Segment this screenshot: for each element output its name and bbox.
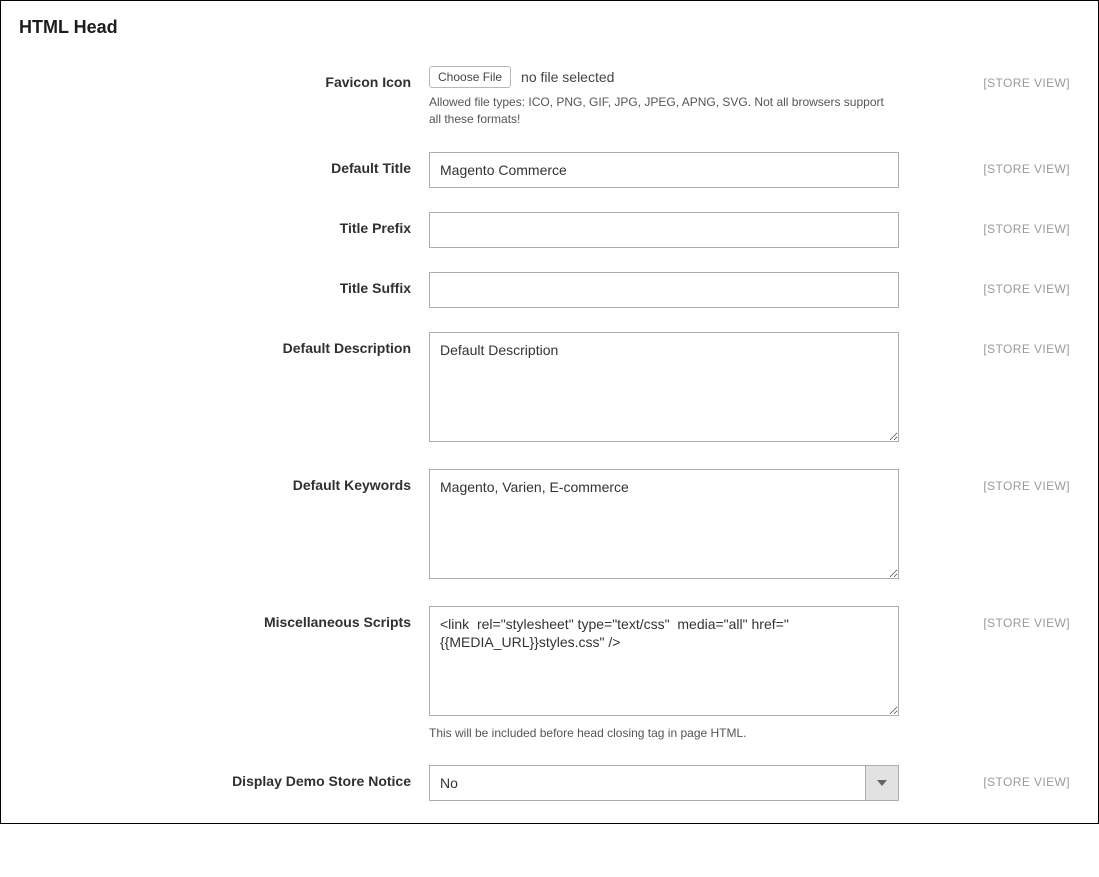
- field-default-keywords: Default Keywords Magento, Varien, E-comm…: [19, 469, 1080, 582]
- label-demo-notice: Display Demo Store Notice: [19, 765, 429, 789]
- title-prefix-input[interactable]: [429, 212, 899, 248]
- no-file-selected: no file selected: [521, 69, 614, 85]
- label-default-title: Default Title: [19, 152, 429, 176]
- field-misc-scripts: Miscellaneous Scripts <link rel="stylesh…: [19, 606, 1080, 742]
- scope-demo-notice: [STORE VIEW]: [899, 765, 1080, 789]
- default-description-textarea[interactable]: Default Description: [429, 332, 899, 442]
- scope-default-description: [STORE VIEW]: [899, 332, 1080, 356]
- default-keywords-textarea[interactable]: Magento, Varien, E-commerce: [429, 469, 899, 579]
- label-title-suffix: Title Suffix: [19, 272, 429, 296]
- demo-notice-select-wrap: No: [429, 765, 899, 801]
- label-favicon: Favicon Icon: [19, 66, 429, 90]
- scope-misc-scripts: [STORE VIEW]: [899, 606, 1080, 630]
- label-misc-scripts: Miscellaneous Scripts: [19, 606, 429, 630]
- field-title-prefix: Title Prefix [STORE VIEW]: [19, 212, 1080, 248]
- favicon-hint: Allowed file types: ICO, PNG, GIF, JPG, …: [429, 94, 899, 128]
- field-default-description: Default Description Default Description …: [19, 332, 1080, 445]
- default-title-input[interactable]: [429, 152, 899, 188]
- demo-notice-select[interactable]: No: [429, 765, 899, 801]
- scope-title-suffix: [STORE VIEW]: [899, 272, 1080, 296]
- scope-default-keywords: [STORE VIEW]: [899, 469, 1080, 493]
- label-default-keywords: Default Keywords: [19, 469, 429, 493]
- choose-file-button[interactable]: Choose File: [429, 66, 511, 88]
- scope-favicon: [STORE VIEW]: [899, 66, 1080, 90]
- favicon-file-row: Choose File no file selected: [429, 66, 899, 88]
- section-title: HTML Head: [19, 17, 1080, 38]
- field-title-suffix: Title Suffix [STORE VIEW]: [19, 272, 1080, 308]
- label-title-prefix: Title Prefix: [19, 212, 429, 236]
- scope-title-prefix: [STORE VIEW]: [899, 212, 1080, 236]
- html-head-section: HTML Head Favicon Icon Choose File no fi…: [0, 0, 1099, 824]
- favicon-input-col: Choose File no file selected Allowed fil…: [429, 66, 899, 128]
- label-default-description: Default Description: [19, 332, 429, 356]
- field-default-title: Default Title [STORE VIEW]: [19, 152, 1080, 188]
- field-favicon: Favicon Icon Choose File no file selecte…: [19, 66, 1080, 128]
- misc-scripts-hint: This will be included before head closin…: [429, 725, 899, 742]
- misc-scripts-textarea[interactable]: <link rel="stylesheet" type="text/css" m…: [429, 606, 899, 716]
- field-demo-notice: Display Demo Store Notice No [STORE VIEW…: [19, 765, 1080, 801]
- scope-default-title: [STORE VIEW]: [899, 152, 1080, 176]
- title-suffix-input[interactable]: [429, 272, 899, 308]
